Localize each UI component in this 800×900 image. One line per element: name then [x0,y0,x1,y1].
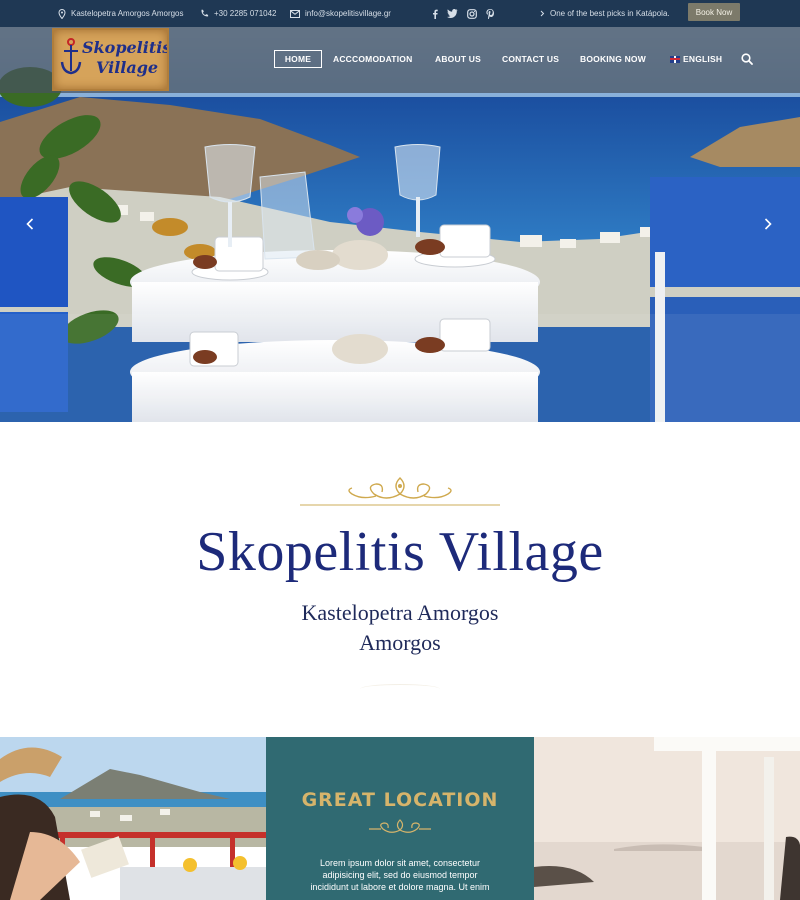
nav-about-us[interactable]: ABOUT US [435,50,481,68]
feature-photo-left [0,737,266,900]
pinterest-icon[interactable] [486,8,494,19]
nav-home[interactable]: HOME [274,50,322,68]
nav-booking-now[interactable]: BOOKING NOW [580,50,646,68]
page-subtitle-line-1: Kastelopetra Amorgos [301,600,499,625]
chevron-left-icon [26,218,34,230]
search-icon[interactable] [741,53,753,65]
map-pin-icon [58,8,66,19]
uk-flag-icon [670,55,680,63]
intro-section: Skopelitis Village Kastelopetra Amorgos … [0,422,800,737]
anchor-icon [60,38,82,75]
book-now-button[interactable]: Book Now [688,3,740,21]
tagline: One of the best picks in Katápola. [540,0,670,27]
instagram-icon[interactable] [467,8,477,19]
terrace-sea-photo [534,737,800,900]
small-ornament-icon [369,819,431,833]
phone-icon [201,9,209,17]
nav-contact-us[interactable]: CONTACT US [502,50,559,68]
top-bar: Kastelopetra Amorgos Amorgos +30 2285 07… [0,0,800,27]
phone-text[interactable]: +30 2285 071042 [214,9,277,18]
woman-balcony-photo [0,737,266,900]
email-text[interactable]: info@skopelitisvillage.gr [305,9,391,18]
phone-info[interactable]: +30 2285 071042 [200,0,277,27]
site-logo[interactable]: Skopelitis Village [52,28,169,91]
nav-language-label: ENGLISH [683,54,723,64]
logo-line-2: Village [96,58,159,77]
logo-line-1: Skopelitis [82,38,169,57]
address-info: Kastelopetra Amorgos Amorgos [58,0,184,27]
chevron-right-icon [764,218,772,230]
chevron-right-icon [540,10,545,17]
nav-language-select[interactable]: ENGLISH [670,50,722,68]
logo-wordmark: Skopelitis Village [82,38,169,78]
feature-photo-right [534,737,800,900]
facebook-icon[interactable] [432,9,438,19]
social-links [432,0,494,27]
nav-accommodation[interactable]: ACCCOMODATION [333,50,412,68]
envelope-icon [290,9,300,18]
slider-next-arrow[interactable] [761,214,775,234]
twitter-icon[interactable] [447,9,458,18]
page-subtitle-line-2: Amorgos [359,630,441,655]
ornament-divider-icon [300,477,500,506]
feature-title: GREAT LOCATION [301,789,499,811]
feature-description: Lorem ipsum dolor sit amet, consectetur … [310,858,490,892]
faint-divider [360,684,440,694]
page-title: Skopelitis Village [196,521,604,583]
tagline-text: One of the best picks in Katápola. [550,9,670,18]
slider-prev-arrow[interactable] [23,214,37,234]
feature-great-location: GREAT LOCATION Lorem ipsum dolor sit ame… [266,737,534,900]
email-info[interactable]: info@skopelitisvillage.gr [290,0,391,27]
address-text: Kastelopetra Amorgos Amorgos [71,9,184,18]
